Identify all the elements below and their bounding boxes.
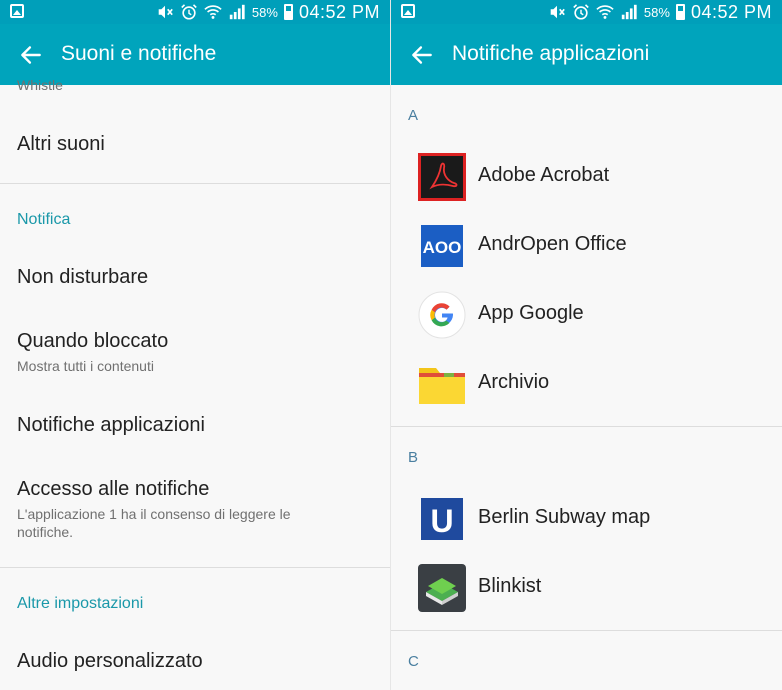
divider	[0, 567, 390, 568]
divider	[0, 183, 390, 184]
back-arrow-icon[interactable]	[18, 42, 44, 68]
battery-icon	[283, 4, 293, 20]
settings-item-notifiche-applicazioni[interactable]: Notifiche applicazioni	[17, 414, 205, 437]
back-arrow-icon[interactable]	[409, 42, 435, 68]
divider	[391, 426, 782, 427]
app-item-adobe-acrobat[interactable]: Adobe Acrobat	[391, 149, 782, 205]
app-item-blinkist[interactable]: Blinkist	[391, 560, 782, 616]
status-bar: 58% 04:52 PM	[391, 0, 782, 24]
app-label: Berlin Subway map	[478, 506, 651, 528]
signal-icon	[229, 4, 245, 20]
app-label: AndrOpen Office	[478, 233, 627, 255]
settings-item-audio-personalizzato[interactable]: Audio personalizzato	[17, 650, 203, 673]
page-title: Notifiche applicazioni	[452, 42, 650, 65]
settings-item-accesso-notifiche-summary: L'applicazione 1 ha il consenso di legge…	[17, 506, 291, 540]
battery-percent: 58%	[643, 4, 670, 20]
clock: 04:52 PM	[298, 1, 380, 22]
app-notifications-screen: 58% 04:52 PM Notifiche applicazioni A Ad…	[391, 0, 782, 690]
app-label: Archivio	[478, 371, 550, 393]
app-item-andropen-office[interactable]: AOO AndrOpen Office	[391, 218, 782, 274]
settings-list: Whistle Altri suoni Notifica Non disturb…	[0, 77, 390, 690]
mute-icon	[158, 5, 173, 19]
mute-icon	[550, 5, 565, 19]
wifi-icon	[596, 5, 614, 19]
settings-item-quando-bloccato[interactable]: Quando bloccato	[17, 330, 168, 353]
app-bar: Notifiche applicazioni	[391, 24, 782, 85]
alarm-icon	[573, 4, 589, 20]
andropen-office-icon-text: AOO	[423, 238, 462, 257]
app-item-archivio[interactable]: Archivio	[391, 356, 782, 412]
google-icon	[418, 291, 466, 339]
sound-notifications-screen: 58% 04:52 PM Suoni e notifiche Whistle A…	[0, 0, 390, 690]
app-label: App Google	[478, 302, 584, 324]
clock: 04:52 PM	[690, 1, 772, 22]
blinkist-icon	[418, 564, 466, 612]
settings-item-accesso-notifiche[interactable]: Accesso alle notifiche	[17, 478, 209, 501]
settings-item-non-disturbare[interactable]: Non disturbare	[17, 266, 148, 289]
section-letter-c: C	[408, 653, 419, 670]
adobe-acrobat-icon	[418, 153, 466, 201]
battery-icon	[675, 4, 685, 20]
battery-percent: 58%	[251, 4, 278, 20]
alarm-icon	[181, 4, 197, 20]
gallery-icon	[401, 4, 415, 18]
folder-icon	[419, 368, 465, 404]
app-list: A Adobe Acrobat AOO AndrOpen Office App …	[391, 85, 782, 690]
app-item-app-google[interactable]: App Google	[391, 287, 782, 343]
settings-item-altri-suoni[interactable]: Altri suoni	[17, 133, 105, 156]
section-letter-a: A	[408, 107, 419, 124]
andropen-office-icon: AOO	[421, 225, 463, 267]
u-bahn-icon: U	[421, 498, 463, 540]
app-label: Adobe Acrobat	[478, 164, 610, 186]
status-bar: 58% 04:52 PM	[0, 0, 390, 24]
signal-icon	[621, 4, 637, 20]
divider	[391, 630, 782, 631]
app-bar: Suoni e notifiche	[0, 24, 390, 85]
gallery-icon	[10, 4, 24, 18]
section-header-altre-impostazioni: Altre impostazioni	[17, 595, 144, 612]
wifi-icon	[204, 5, 222, 19]
settings-item-quando-bloccato-summary: Mostra tutti i contenuti	[17, 358, 154, 374]
page-title: Suoni e notifiche	[61, 42, 217, 65]
cutoff-item-subtitle: Whistle	[17, 77, 63, 93]
app-item-berlin-subway-map[interactable]: U Berlin Subway map	[391, 491, 782, 547]
section-letter-b: B	[408, 449, 419, 466]
app-label: Blinkist	[478, 575, 542, 597]
section-header-notifica: Notifica	[17, 211, 71, 228]
u-bahn-icon-text: U	[430, 503, 453, 539]
